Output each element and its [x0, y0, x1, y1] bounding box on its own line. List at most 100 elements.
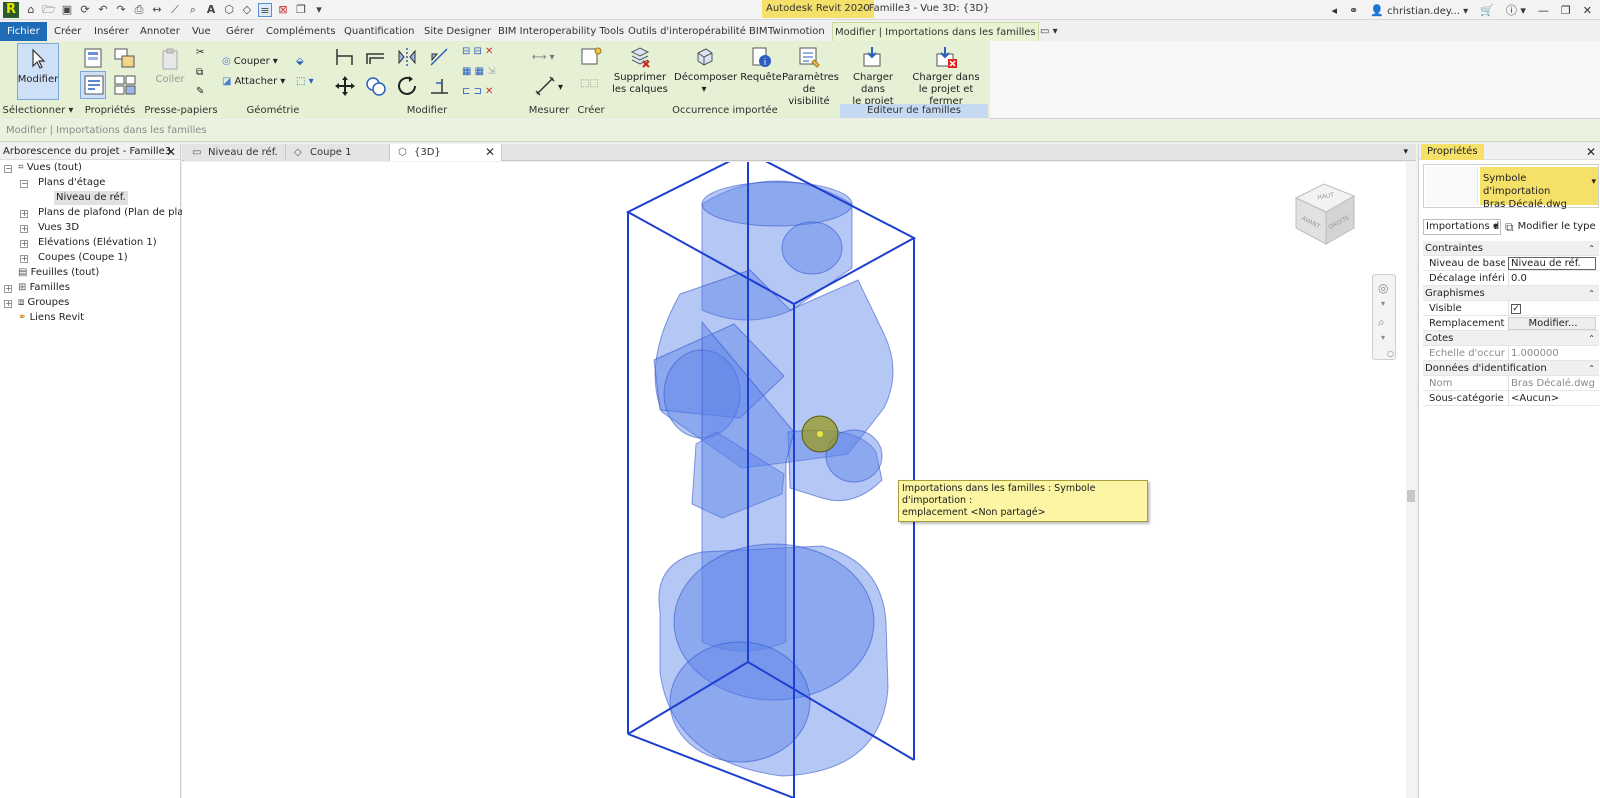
tab-vue[interactable]: Vue: [190, 22, 213, 41]
copy-icon[interactable]: ⧉: [196, 66, 203, 80]
3d-view-canvas[interactable]: Importations dans les familles : Symbole…: [182, 162, 1406, 798]
expand-icon[interactable]: +: [4, 285, 12, 293]
dimension-tool-icon[interactable]: [534, 75, 558, 97]
group-contraintes[interactable]: Contraintes ⌃: [1423, 241, 1599, 256]
revit-logo[interactable]: R: [3, 2, 19, 18]
tab-bim-interop[interactable]: BIM Interoperability Tools: [496, 22, 626, 41]
delete-layers-button[interactable]: Supprimer les calques: [612, 45, 668, 96]
scrollbar-thumb[interactable]: [1407, 490, 1415, 502]
cut-icon[interactable]: ✂: [196, 46, 204, 60]
tree-item-plans-plafond[interactable]: Plans de plafond (Plan de plafon: [38, 206, 199, 220]
home-icon[interactable]: ⌂: [24, 3, 38, 17]
tree-item-niveau-ref[interactable]: Niveau de réf.: [54, 191, 128, 205]
binoculars-icon[interactable]: ⚭: [1349, 4, 1358, 17]
tab-outils-bim[interactable]: Outils d'interopérabilité BIM: [626, 22, 769, 41]
tag-icon[interactable]: ⌕: [186, 3, 200, 17]
zoom-icon[interactable]: ⌕: [1378, 315, 1385, 330]
undo-icon[interactable]: ↶: [96, 3, 110, 17]
explode-button[interactable]: Décomposer ▾: [674, 45, 737, 96]
switch-windows-icon[interactable]: ❐: [294, 3, 308, 17]
join-button[interactable]: ◪ Attacher ▾: [222, 75, 285, 89]
tab-twinmotion[interactable]: Twinmotion: [766, 22, 827, 41]
tab-fichier[interactable]: Fichier: [0, 22, 47, 41]
expand-icon[interactable]: +: [20, 255, 28, 263]
customize-icon[interactable]: ▾: [312, 3, 326, 17]
group-cotes[interactable]: Cotes ⌃: [1423, 331, 1599, 346]
trim-icon[interactable]: ⊏ ⊐ ✕: [462, 85, 493, 99]
tab-gerer[interactable]: Gérer: [224, 22, 256, 41]
create-similar-icon[interactable]: ⬚⬚: [580, 77, 599, 91]
thin-lines-icon[interactable]: ≡: [258, 3, 272, 17]
match-properties-icon[interactable]: ✎: [196, 85, 204, 99]
navbar-options-icon[interactable]: ○: [1387, 349, 1394, 358]
edit-override-button[interactable]: Modifier...: [1508, 317, 1596, 330]
sync-icon[interactable]: ⟳: [78, 3, 92, 17]
tab-creer[interactable]: Créer: [52, 22, 83, 41]
expand-icon[interactable]: +: [4, 300, 12, 308]
visible-checkbox[interactable]: ✓: [1511, 304, 1521, 314]
tab-coupe-1[interactable]: ◇ Coupe 1: [286, 144, 390, 161]
expand-icon[interactable]: +: [20, 240, 28, 248]
edit-type-button[interactable]: ⧉ Modifier le type: [1505, 218, 1596, 236]
text-icon[interactable]: A: [204, 3, 218, 17]
print-icon[interactable]: ⎙: [132, 3, 146, 17]
dimension-dropdown[interactable]: ▾: [558, 81, 563, 95]
minimize-icon[interactable]: —: [1538, 4, 1549, 17]
tree-item-vues-3d[interactable]: Vues 3D: [38, 221, 79, 235]
load-into-project-button[interactable]: Charger dans le projet: [842, 45, 904, 108]
close-icon[interactable]: ✕: [1583, 4, 1592, 17]
measure-icon[interactable]: ↔: [150, 3, 164, 17]
chevron-down-icon[interactable]: ▾: [1591, 177, 1596, 187]
tree-item-feuilles[interactable]: ▤ Feuilles (tout): [18, 266, 99, 280]
mirror-draw-icon[interactable]: [428, 46, 450, 68]
redo-icon[interactable]: ↷: [114, 3, 128, 17]
family-types-icon[interactable]: [113, 47, 137, 69]
move-icon[interactable]: [334, 75, 356, 97]
align-icon[interactable]: [334, 46, 356, 68]
open-icon[interactable]: 🗁: [42, 3, 56, 17]
measure-between-icon[interactable]: ⟷ ▾: [532, 51, 555, 65]
help-icon[interactable]: ⓘ ▾: [1506, 2, 1526, 18]
collapse-icon[interactable]: −: [20, 180, 28, 188]
view-scrollbar[interactable]: [1406, 162, 1416, 798]
close-icon[interactable]: ✕: [485, 144, 495, 161]
close-icon[interactable]: ✕: [1586, 144, 1596, 160]
wheel-dropdown-icon[interactable]: ▾: [1381, 299, 1385, 308]
tab-site-designer[interactable]: Site Designer: [422, 22, 493, 41]
tree-item-coupes[interactable]: Coupes (Coupe 1): [38, 251, 128, 265]
restore-icon[interactable]: ❐: [1561, 4, 1571, 17]
tab-inserer[interactable]: Insérer: [92, 22, 131, 41]
mirror-axis-icon[interactable]: [396, 46, 418, 68]
tree-item-vues[interactable]: ⌗ Vues (tout): [18, 161, 82, 175]
type-selector[interactable]: Symbole d'importation Bras Décalé.dwg ▾: [1423, 164, 1599, 210]
properties-icon[interactable]: [83, 74, 105, 96]
expand-icon[interactable]: +: [20, 225, 28, 233]
array-icon[interactable]: ▦ ▦ ⇲: [462, 65, 495, 79]
close-icon[interactable]: ✕: [166, 144, 176, 160]
split-icon[interactable]: ⊟ ⊟ ✕: [462, 45, 493, 59]
visibility-settings-button[interactable]: Paramètres de visibilité: [782, 45, 839, 108]
tree-item-elevations[interactable]: Elévations (Elévation 1): [38, 236, 157, 250]
wall-join-icon[interactable]: ⬙: [296, 55, 304, 69]
create-group-icon[interactable]: [579, 46, 603, 68]
tab-quantification[interactable]: Quantification: [342, 22, 416, 41]
model-viewport[interactable]: [182, 162, 1406, 798]
tree-item-liens-revit[interactable]: ⚭ Liens Revit: [18, 311, 84, 325]
group-graphismes[interactable]: Graphismes ⌃: [1423, 286, 1599, 301]
tab-niveau-ref[interactable]: ▭ Niveau de réf.: [184, 144, 286, 161]
query-button[interactable]: i Requête: [740, 45, 782, 84]
cart-icon[interactable]: 🛒: [1480, 4, 1494, 17]
instance-filter-select[interactable]: Importations d ▾: [1423, 219, 1501, 235]
collapse-icon[interactable]: −: [4, 165, 12, 173]
modify-button[interactable]: Modifier: [17, 47, 59, 86]
origin-point-icon[interactable]: [817, 431, 823, 437]
save-icon[interactable]: ▣: [60, 3, 74, 17]
tab-modifier-importations[interactable]: Modifier | Importations dans les famille…: [832, 22, 1039, 41]
load-and-close-button[interactable]: Charger dans le projet et fermer: [904, 45, 988, 108]
offset-icon[interactable]: [364, 46, 388, 68]
steering-wheel-icon[interactable]: ◎: [1378, 281, 1388, 295]
family-category-icon[interactable]: [113, 74, 137, 96]
tab-options-icon[interactable]: ▭ ▾: [1038, 22, 1060, 41]
cut-geometry-button[interactable]: ◎ Couper ▾: [222, 55, 278, 69]
tab-3d[interactable]: ⬡ {3D} ✕: [390, 144, 502, 161]
